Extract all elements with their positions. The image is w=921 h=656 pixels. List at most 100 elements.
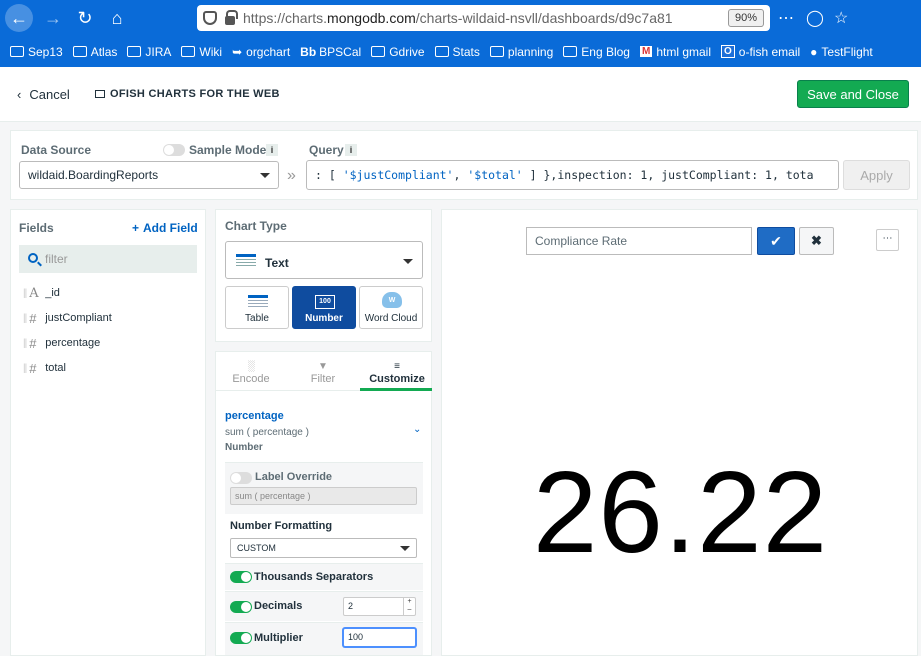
field-item-percentage[interactable]: || # percentage <box>23 335 100 351</box>
bookmark-stats[interactable]: Stats <box>434 45 480 59</box>
thousands-separators-toggle[interactable] <box>230 571 252 583</box>
gmail-icon: M <box>639 46 653 57</box>
bookmarks-bar: Sep13 Atlas JIRA Wiki ➥ orgchart Bb BPSCal… <box>0 36 921 67</box>
multiplier-label: Multiplier <box>254 632 303 644</box>
chevron-down-icon[interactable]: ⌄ <box>413 424 421 435</box>
chart-canvas: Compliance Rate ✔ ✖ ⋯ 26.22 <box>441 209 918 656</box>
string-type-icon: A <box>29 285 39 301</box>
folder-icon <box>181 46 196 57</box>
chart-title-input[interactable]: Compliance Rate <box>526 227 752 255</box>
bookmark-wiki[interactable]: Wiki <box>181 45 222 59</box>
zoom-badge[interactable]: 90% <box>727 9 764 27</box>
browser-toolbar: ← → ↻ ⌂ https://charts.mongodb.com/chart… <box>0 0 921 36</box>
star-icon[interactable]: ☆ <box>834 8 848 28</box>
bookmark-ofish-email[interactable]: Oo-fish email <box>721 45 800 59</box>
tab-filter[interactable]: ▼ Filter <box>288 361 358 385</box>
thousands-separators-label: Thousands Separators <box>254 571 374 583</box>
monitor-icon <box>95 90 105 98</box>
stepper-icon[interactable]: + – <box>403 598 415 615</box>
folder-icon <box>563 46 578 57</box>
number-type-icon: # <box>29 360 37 376</box>
shield-icon[interactable] <box>203 11 217 25</box>
confirm-title-button[interactable]: ✔ <box>757 227 795 255</box>
save-and-close-button[interactable]: Save and Close <box>797 80 909 108</box>
lock-icon[interactable] <box>225 9 238 25</box>
funnel-icon: ▼ <box>318 361 328 372</box>
decimals-row: Decimals 2 + – <box>225 591 423 621</box>
sample-mode-toggle[interactable] <box>163 144 185 156</box>
bookmark-planning[interactable]: planning <box>489 45 553 59</box>
ellipsis-icon: ⋯ <box>882 233 893 244</box>
decimals-toggle[interactable] <box>230 601 252 613</box>
data-source-bar: Data Source Sample Mode i Query i wildai… <box>10 130 918 200</box>
cancel-button[interactable]: ‹ Cancel <box>17 87 70 102</box>
number-type-icon: # <box>29 310 37 326</box>
table-icon <box>248 295 268 309</box>
tab-encode[interactable]: ░ Encode <box>216 361 286 385</box>
bookmark-eng-blog[interactable]: Eng Blog <box>563 45 630 59</box>
field-item-id[interactable]: || A _id <box>23 285 60 301</box>
drag-handle-icon[interactable]: || <box>23 363 27 374</box>
bookmark-atlas[interactable]: Atlas <box>72 45 117 59</box>
back-arrow-icon[interactable]: ← <box>5 4 33 32</box>
customize-field-type: Number <box>225 442 263 453</box>
sliders-icon: ≡ <box>394 361 400 372</box>
field-filter-input[interactable]: filter <box>19 245 197 273</box>
chart-type-select[interactable]: Text <box>225 241 423 279</box>
bar-signal-icon: ░ <box>247 361 255 372</box>
apple-icon: ● <box>810 44 818 59</box>
more-actions-icon[interactable]: ⋯ <box>778 8 794 28</box>
drag-handle-icon[interactable]: || <box>23 288 27 299</box>
bookmark-bpscal[interactable]: Bb BPSCal <box>300 45 361 59</box>
url-text[interactable]: https://charts.mongodb.com/charts-wildai… <box>243 10 703 26</box>
bookmark-sep13[interactable]: Sep13 <box>10 45 63 59</box>
field-item-total[interactable]: || # total <box>23 360 66 376</box>
customize-field-name[interactable]: percentage <box>225 410 284 422</box>
drag-handle-icon[interactable]: || <box>23 338 27 349</box>
pocket-icon[interactable]: ◯ <box>806 8 824 28</box>
number-icon: 100 <box>315 295 335 309</box>
address-bar[interactable]: https://charts.mongodb.com/charts-wildai… <box>197 5 770 31</box>
multiplier-row: Multiplier 100 <box>225 622 423 655</box>
label-override-input[interactable]: sum ( percentage ) <box>230 487 417 505</box>
chart-subtype-number[interactable]: 100 Number <box>292 286 356 329</box>
number-formatting-section: Number Formatting CUSTOM <box>225 515 423 562</box>
apply-button[interactable]: Apply <box>843 160 910 190</box>
number-formatting-select[interactable]: CUSTOM <box>230 538 417 558</box>
info-icon[interactable]: i <box>345 144 357 156</box>
sample-mode-label: Sample Mode <box>189 143 267 157</box>
bookmark-jira[interactable]: JIRA <box>127 45 171 59</box>
multiplier-input[interactable]: 100 <box>343 628 416 647</box>
add-field-button[interactable]: + Add Field <box>132 221 198 235</box>
chart-subtype-table[interactable]: Table <box>225 286 289 329</box>
multiplier-toggle[interactable] <box>230 632 252 644</box>
bookmark-gdrive[interactable]: Gdrive <box>371 45 425 59</box>
query-input[interactable]: : [ '$justCompliant', '$total' ] },inspe… <box>306 160 839 190</box>
info-icon[interactable]: i <box>266 144 278 156</box>
app-header: ‹ Cancel OFISH CHARTS FOR THE WEB Save an… <box>0 67 921 122</box>
chart-type-panel: Chart Type Text Table 100 Number W Word … <box>215 209 432 342</box>
chart-subtype-word-cloud[interactable]: W Word Cloud <box>359 286 423 329</box>
label-override-toggle[interactable] <box>230 472 252 484</box>
label-override-section: Label Override sum ( percentage ) <box>225 462 423 514</box>
drag-handle-icon[interactable]: || <box>23 313 27 324</box>
field-item-justcompliant[interactable]: || # justCompliant <box>23 310 112 326</box>
data-source-label: Data Source <box>21 143 92 157</box>
caret-down-icon <box>403 259 413 264</box>
fields-title: Fields <box>19 221 54 235</box>
home-icon[interactable]: ⌂ <box>103 4 131 32</box>
bookmark-html-gmail[interactable]: Mhtml gmail <box>639 45 711 59</box>
decimals-input[interactable]: 2 + – <box>343 597 416 616</box>
tab-customize[interactable]: ≡ Customize <box>362 361 432 385</box>
bookmark-orgchart[interactable]: ➥ orgchart <box>232 45 290 59</box>
more-options-button[interactable]: ⋯ <box>876 229 899 251</box>
chevron-left-icon: ‹ <box>17 87 22 102</box>
discard-title-button[interactable]: ✖ <box>799 227 834 255</box>
number-type-icon: # <box>29 335 37 351</box>
forward-arrow-icon[interactable]: → <box>39 4 67 32</box>
cloud-icon: W <box>382 292 402 308</box>
bookmark-testflight[interactable]: ● TestFlight <box>810 45 873 59</box>
reload-icon[interactable]: ↻ <box>71 4 99 32</box>
chart-type-label: Chart Type <box>225 219 287 233</box>
data-source-select[interactable]: wildaid.BoardingReports <box>19 161 279 189</box>
